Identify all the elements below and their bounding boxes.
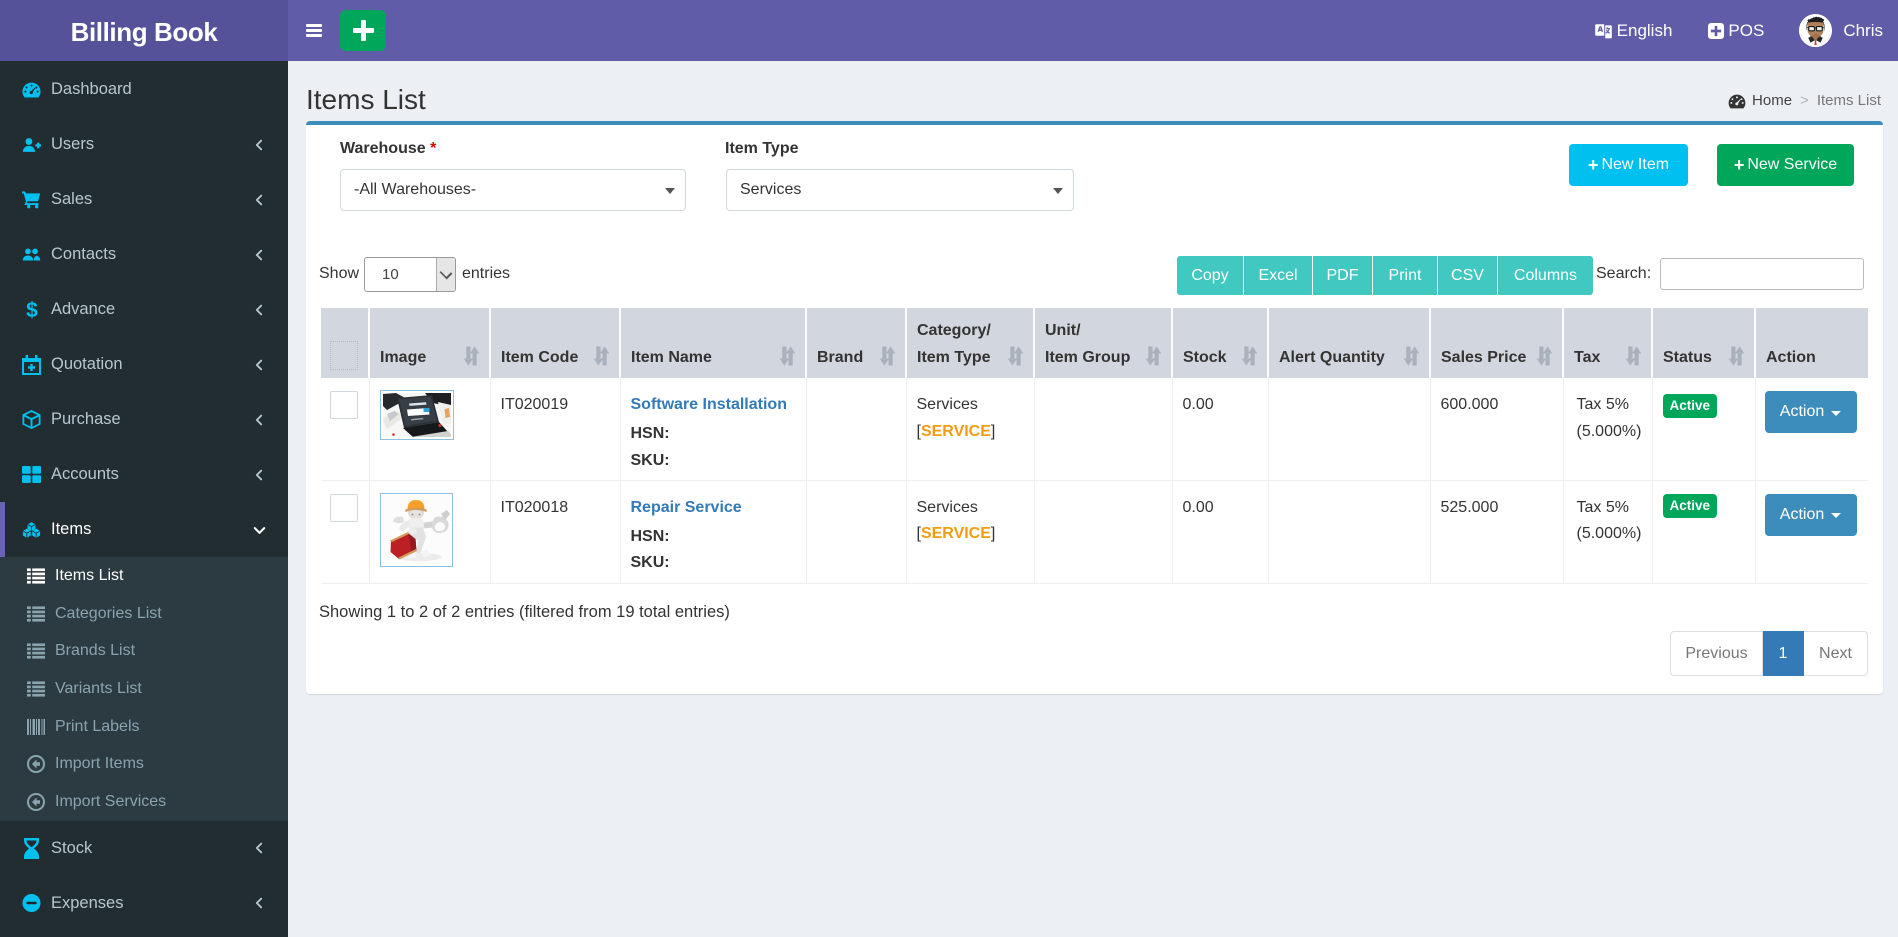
- svg-text:$: $: [26, 299, 38, 321]
